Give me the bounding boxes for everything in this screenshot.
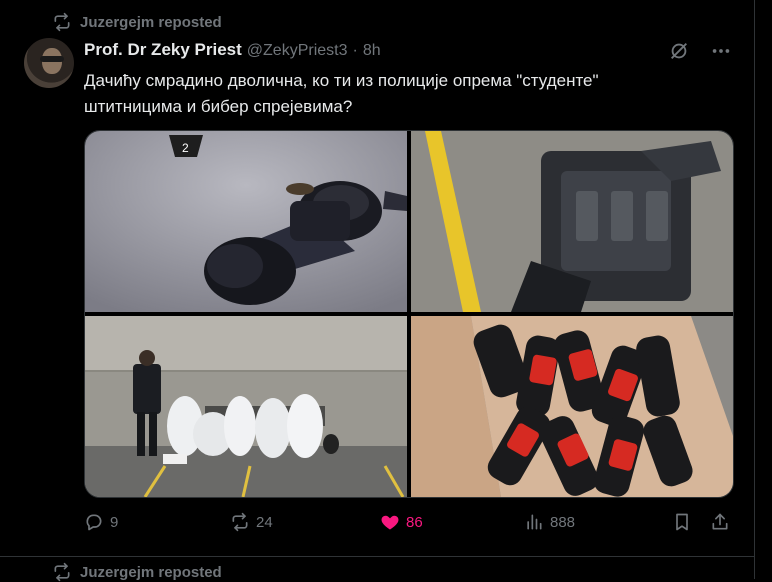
knee-pads-image: 2 (85, 131, 407, 312)
photo-pepper-sprays[interactable] (411, 316, 733, 497)
tactical-vest-image (411, 131, 733, 312)
share-button[interactable] (710, 512, 730, 532)
photo-tactical-vest[interactable] (411, 131, 733, 312)
heart-icon (381, 515, 399, 530)
post-text-line-2: штитницима и бибер спрејевима? (84, 97, 353, 116)
garage-bags-image (85, 316, 407, 497)
repost-label: Juzergejm reposted (80, 13, 222, 31)
views-count: 888 (550, 513, 576, 531)
like-count: 86 (406, 513, 423, 531)
bookmark-button[interactable] (672, 512, 692, 532)
post-text-line-1: Дачићу смрадино дволична, ко ти из полиц… (84, 71, 599, 90)
views-button[interactable]: 888 (524, 512, 575, 532)
evidence-marker-label: 2 (182, 141, 189, 155)
reply-count: 9 (110, 513, 119, 531)
photo-knee-pads[interactable]: 2 (85, 131, 407, 312)
repost-button[interactable]: 24 (230, 512, 273, 532)
separator-dot: · (352, 42, 358, 59)
author-name[interactable]: Prof. Dr Zeky Priest (84, 40, 242, 60)
repost-count: 24 (256, 513, 273, 531)
repost-icon (54, 12, 70, 32)
media-grid: 2 (84, 130, 734, 498)
post-text: Дачићу смрадино дволична, ко ти из полиц… (84, 68, 724, 120)
bookmark-icon (676, 513, 688, 531)
post-action-bar: 9 24 86 888 (84, 512, 732, 536)
reply-button[interactable]: 9 (84, 512, 118, 532)
post-top-actions (668, 40, 732, 62)
share-icon (712, 513, 728, 530)
post-time[interactable]: 8h (363, 42, 381, 60)
next-repost-label: Juzergejm reposted (80, 563, 222, 581)
views-icon (527, 514, 542, 530)
photo-garage-bags[interactable] (85, 316, 407, 497)
post-header: Prof. Dr Zeky Priest @ZekyPriest3 · 8h (84, 40, 381, 60)
next-repost-indicator[interactable]: Juzergejm reposted (52, 562, 222, 582)
grok-icon[interactable] (668, 40, 690, 62)
repost-icon (232, 512, 248, 532)
more-options-icon[interactable] (710, 40, 732, 62)
author-handle[interactable]: @ZekyPriest3 (247, 42, 348, 60)
column-divider (754, 0, 755, 579)
post-divider (0, 556, 754, 557)
reply-icon (86, 514, 102, 531)
like-button[interactable]: 86 (380, 512, 423, 532)
avatar[interactable] (24, 38, 74, 88)
repost-icon (54, 562, 70, 582)
repost-indicator[interactable]: Juzergejm reposted (52, 12, 222, 32)
pepper-sprays-image (411, 316, 733, 497)
